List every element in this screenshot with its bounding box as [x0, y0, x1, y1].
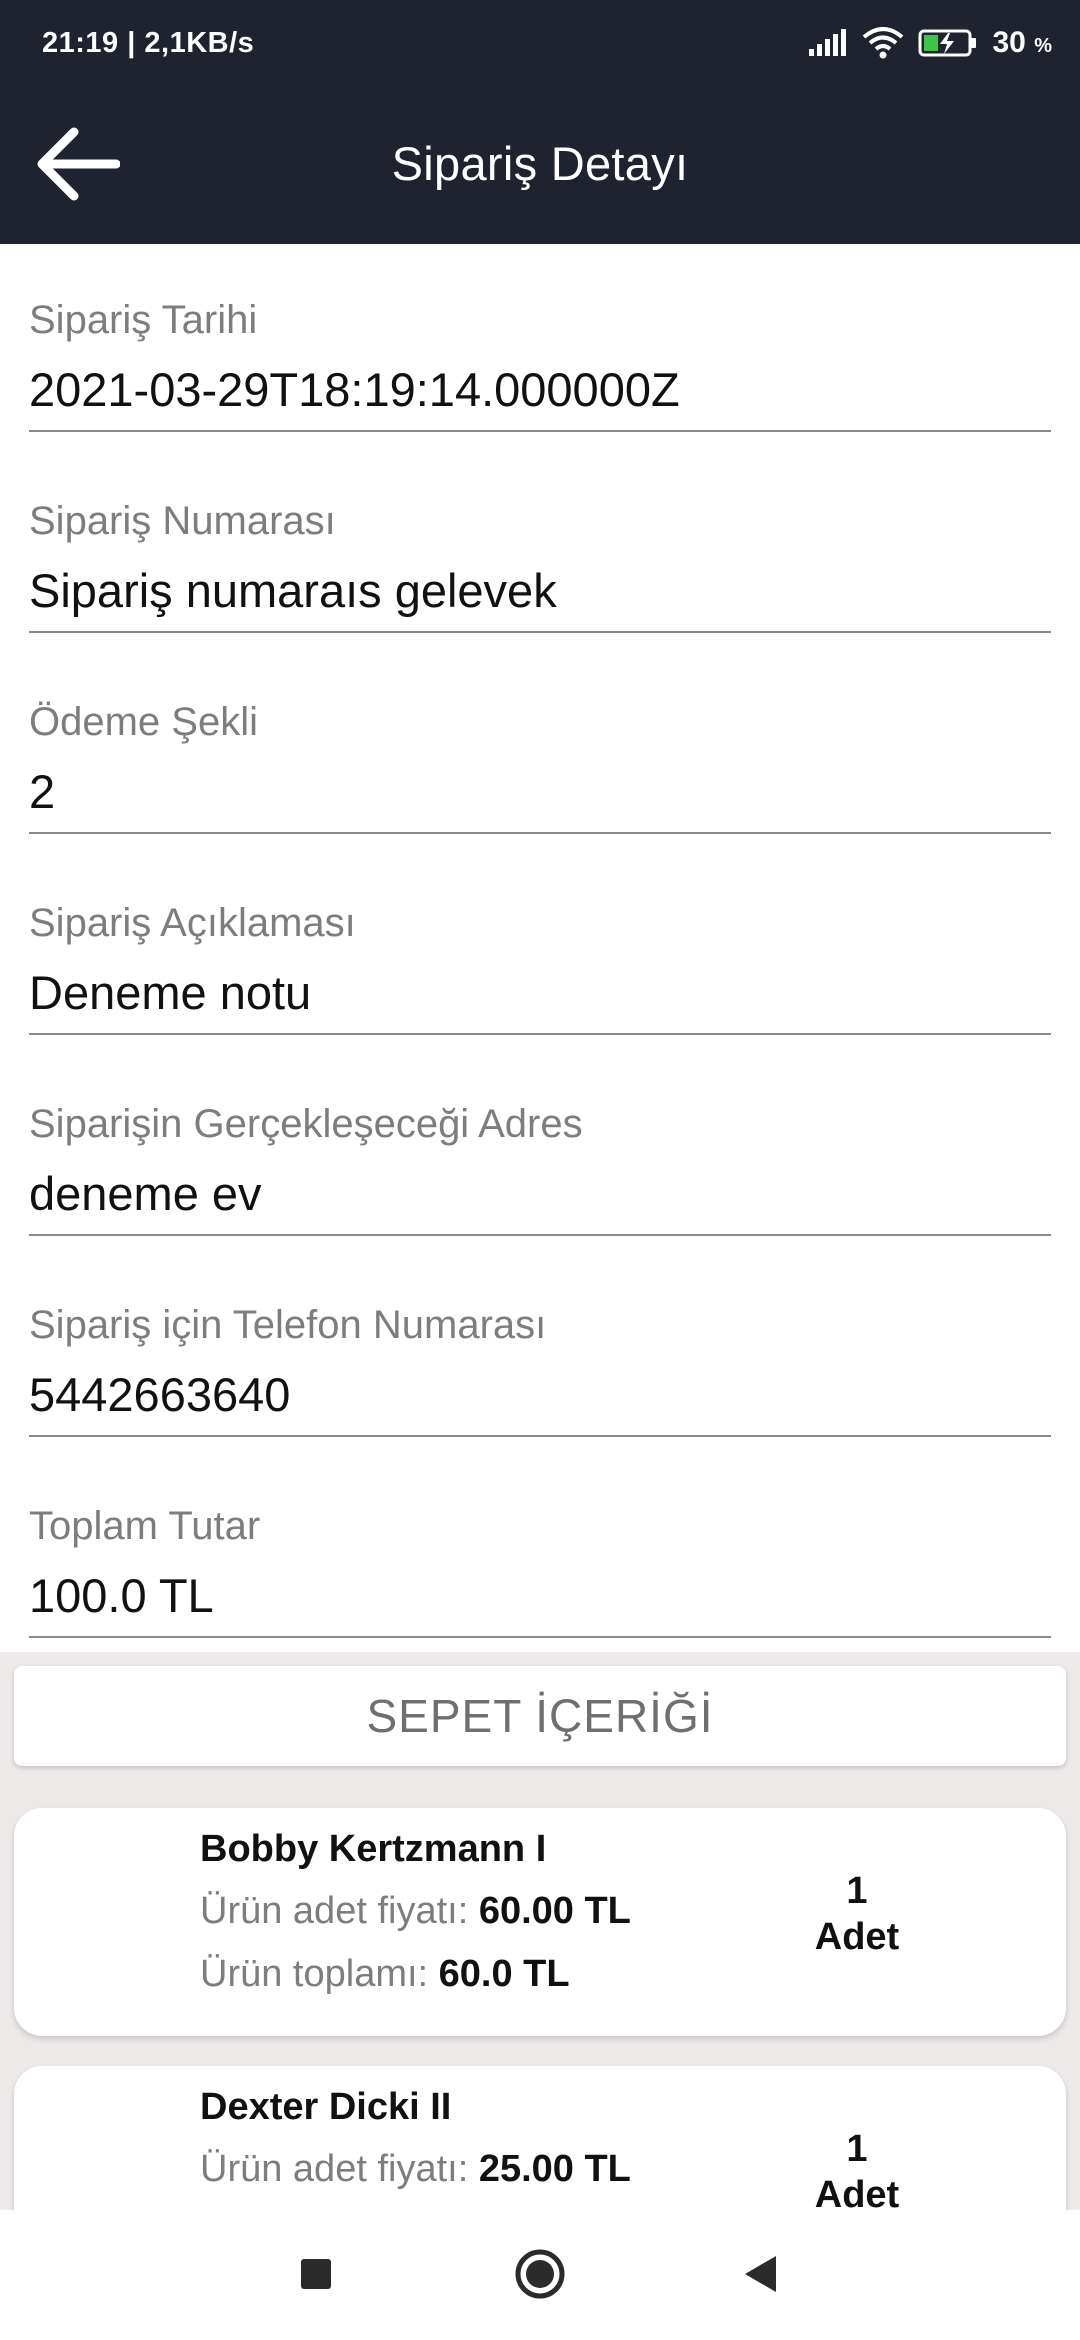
wifi-icon: [862, 27, 904, 59]
quantity-value: 1: [846, 1870, 868, 1912]
field-total[interactable]: Toplam Tutar: [29, 1468, 1051, 1648]
order-note-input[interactable]: [29, 965, 1051, 1020]
field-phone[interactable]: Sipariş için Telefon Numarası: [29, 1267, 1051, 1447]
field-label: Sipariş Tarihi: [29, 298, 258, 342]
order-date-input[interactable]: [29, 362, 1051, 417]
battery-percent: 30 %: [992, 26, 1052, 59]
product-quantity: 1 Adet: [792, 1868, 922, 1960]
order-number-input[interactable]: [29, 563, 1051, 618]
field-label: Toplam Tutar: [29, 1504, 261, 1548]
field-label: Sipariş Numarası: [29, 499, 336, 543]
product-card[interactable]: Bobby Kertzmann I Ürün adet fiyatı: 60.0…: [14, 1808, 1066, 2036]
phone-input[interactable]: [29, 1367, 1051, 1422]
field-underline: [29, 832, 1051, 834]
cart-contents-button[interactable]: SEPET İÇERİĞİ: [14, 1666, 1066, 1766]
field-label: Siparişin Gerçekleşeceği Adres: [29, 1102, 583, 1146]
page-title: Sipariş Detayı: [391, 137, 689, 190]
field-label: Ödeme Şekli: [29, 700, 258, 744]
payment-method-input[interactable]: [29, 764, 1051, 819]
status-time-speed: 21:19 | 2,1KB/s: [42, 26, 255, 59]
product-list: Bobby Kertzmann I Ürün adet fiyatı: 60.0…: [0, 1790, 1080, 2210]
field-payment-method[interactable]: Ödeme Şekli: [29, 664, 1051, 844]
system-nav-bar: [0, 2210, 1080, 2340]
product-total: Ürün toplamı: 60.0 TL: [200, 1953, 570, 1995]
product-quantity: 1 Adet: [792, 2126, 922, 2210]
recents-square-icon: [300, 2258, 332, 2295]
home-button[interactable]: [510, 2246, 570, 2306]
recents-button[interactable]: [286, 2246, 346, 2306]
quantity-unit: Adet: [814, 1916, 900, 1958]
nav-back-button[interactable]: [730, 2246, 790, 2306]
address-input[interactable]: [29, 1166, 1051, 1221]
order-details-form: Sipariş Tarihi Sipariş Numarası Ödeme Şe…: [0, 244, 1080, 1652]
field-underline: [29, 631, 1051, 633]
home-circle-icon: [514, 2248, 566, 2305]
product-unit-price: Ürün adet fiyatı: 60.00 TL: [200, 1890, 631, 1932]
quantity-value: 1: [846, 2128, 868, 2170]
field-label: Sipariş Açıklaması: [29, 901, 356, 945]
field-underline: [29, 430, 1051, 432]
field-order-number[interactable]: Sipariş Numarası: [29, 463, 1051, 643]
screen: 21:19 | 2,1KB/s 30 % Sipariş Detayı Sipa…: [0, 0, 1080, 2340]
quantity-unit: Adet: [814, 2174, 900, 2210]
product-card[interactable]: Dexter Dicki II Ürün adet fiyatı: 25.00 …: [14, 2066, 1066, 2210]
product-name: Dexter Dicki II: [200, 2086, 452, 2128]
product-name: Bobby Kertzmann I: [200, 1828, 547, 1870]
field-underline: [29, 1234, 1051, 1236]
signal-icon: [808, 29, 848, 57]
field-address[interactable]: Siparişin Gerçekleşeceği Adres: [29, 1066, 1051, 1246]
status-bar: 21:19 | 2,1KB/s 30 %: [0, 0, 1080, 86]
field-underline: [29, 1435, 1051, 1437]
battery-charging-icon: [918, 27, 978, 59]
product-unit-price: Ürün adet fiyatı: 25.00 TL: [200, 2148, 631, 2190]
total-amount-input[interactable]: [29, 1568, 1051, 1623]
field-order-date[interactable]: Sipariş Tarihi: [29, 262, 1051, 442]
field-underline: [29, 1636, 1051, 1638]
status-icons: 30 %: [808, 26, 1052, 60]
app-bar: Sipariş Detayı: [0, 86, 1080, 244]
field-underline: [29, 1033, 1051, 1035]
field-label: Sipariş için Telefon Numarası: [29, 1303, 547, 1347]
field-order-note[interactable]: Sipariş Açıklaması: [29, 865, 1051, 1045]
back-triangle-icon: [742, 2254, 778, 2299]
